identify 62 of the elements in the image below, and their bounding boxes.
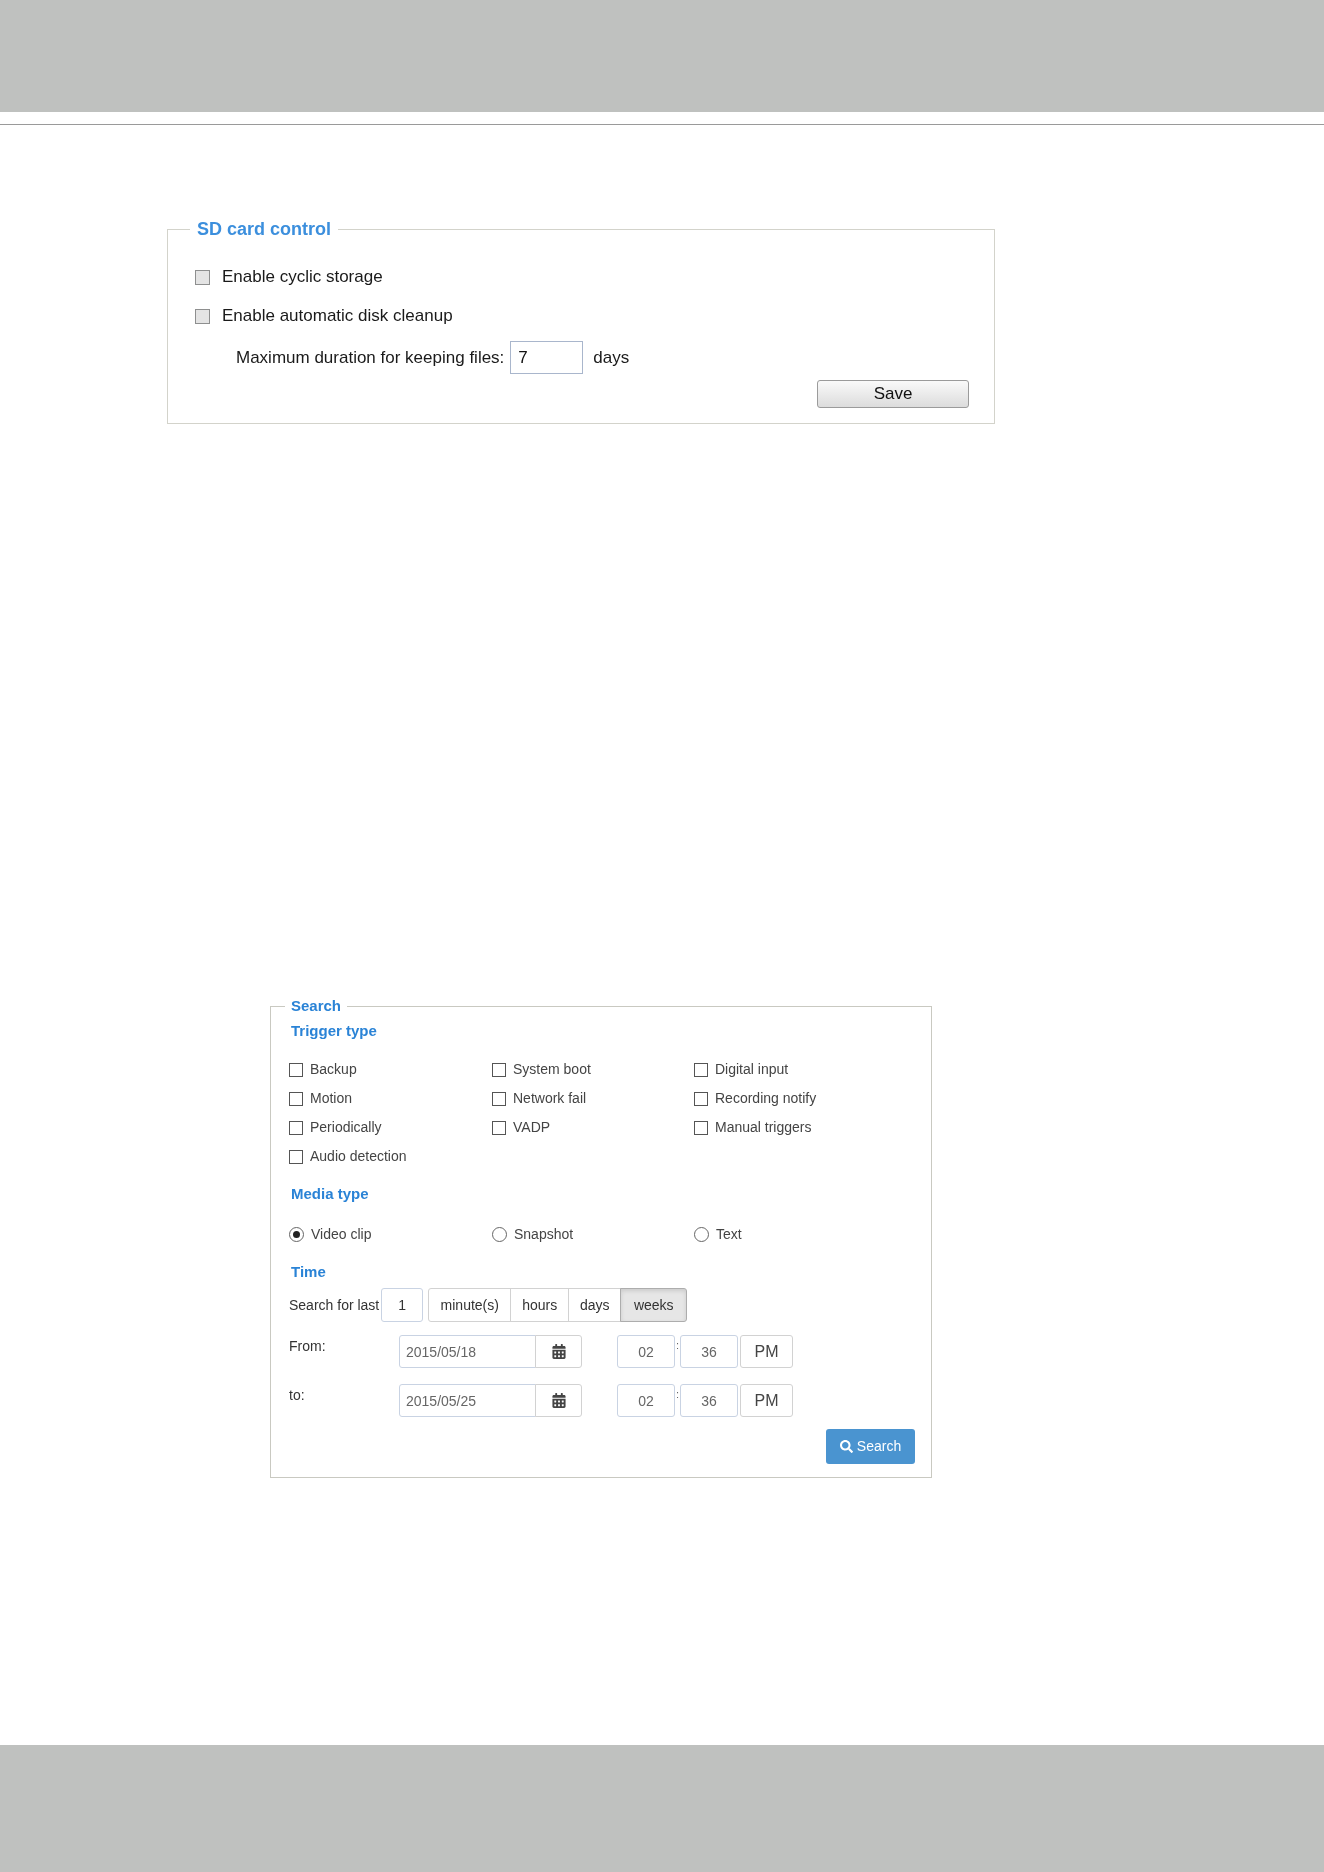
radio-label: Video clip [311,1224,372,1244]
checkbox[interactable] [492,1091,506,1106]
days-input[interactable]: 7 [510,341,584,374]
calendar-icon [551,1344,566,1359]
unit-tab[interactable]: minute(s) [428,1288,512,1322]
field-label: From: [289,1337,327,1356]
unit-tab[interactable]: weeks [620,1288,688,1322]
checkbox[interactable] [694,1062,708,1077]
time-separator: : [675,1338,680,1353]
checkbox-label: Motion [310,1089,353,1108]
checkbox-label: Network fail [513,1089,587,1108]
count-input[interactable]: 1 [381,1288,424,1322]
field-label: Search for last [289,1295,380,1315]
calendar-button[interactable] [535,1384,582,1417]
checkbox[interactable] [694,1120,708,1135]
minute-input[interactable]: 36 [680,1384,738,1417]
checkbox[interactable] [195,269,210,285]
period-button[interactable]: PM [740,1384,793,1417]
checkbox-label: Recording notify [715,1089,817,1108]
minute-input[interactable]: 36 [680,1335,738,1368]
checkbox[interactable] [289,1091,303,1106]
calendar-icon [551,1393,566,1408]
section-title: Time [291,1262,326,1282]
hour-input[interactable]: 02 [617,1384,675,1417]
field-label: Maximum duration for keeping files: [236,346,505,369]
date-input[interactable]: 2015/05/18 [399,1335,536,1368]
checkbox[interactable] [492,1120,506,1135]
checkbox-label: Enable cyclic storage [222,266,383,289]
date-input[interactable]: 2015/05/25 [399,1384,536,1417]
checkbox-label: VADP [513,1118,551,1137]
radio-label: Snapshot [514,1224,574,1244]
checkbox-label: Enable automatic disk cleanup [222,305,453,328]
search-icon [839,1440,853,1453]
checkbox-label: System boot [513,1060,591,1079]
checkbox[interactable] [289,1120,303,1135]
field-label: to: [289,1386,306,1405]
time-separator: : [675,1387,680,1402]
checkbox-label: Manual triggers [715,1118,812,1137]
checkbox[interactable] [289,1149,303,1164]
checkbox[interactable] [492,1062,506,1077]
checkbox[interactable] [195,308,210,324]
checkbox-label: Digital input [715,1060,789,1079]
calendar-button[interactable] [535,1335,582,1368]
period-button[interactable]: PM [740,1335,793,1368]
checkbox-label: Backup [310,1060,357,1079]
radio-button[interactable] [289,1226,304,1242]
checkbox-label: Periodically [310,1118,382,1137]
save-button[interactable]: Save [817,380,969,408]
radio-button[interactable] [694,1226,709,1242]
checkbox[interactable] [694,1091,708,1106]
section-title: Trigger type [291,1021,377,1041]
section-title: Media type [291,1184,369,1204]
unit-label: days [593,346,630,369]
panel-title: SD card control [196,219,333,240]
radio-button[interactable] [492,1226,507,1242]
unit-tab[interactable]: hours [510,1288,570,1322]
hour-input[interactable]: 02 [617,1335,675,1368]
radio-label: Text [716,1224,742,1244]
unit-tab[interactable]: days [568,1288,622,1322]
checkbox[interactable] [289,1062,303,1077]
panel-title: Search [290,997,343,1015]
checkbox-label: Audio detection [310,1147,407,1166]
